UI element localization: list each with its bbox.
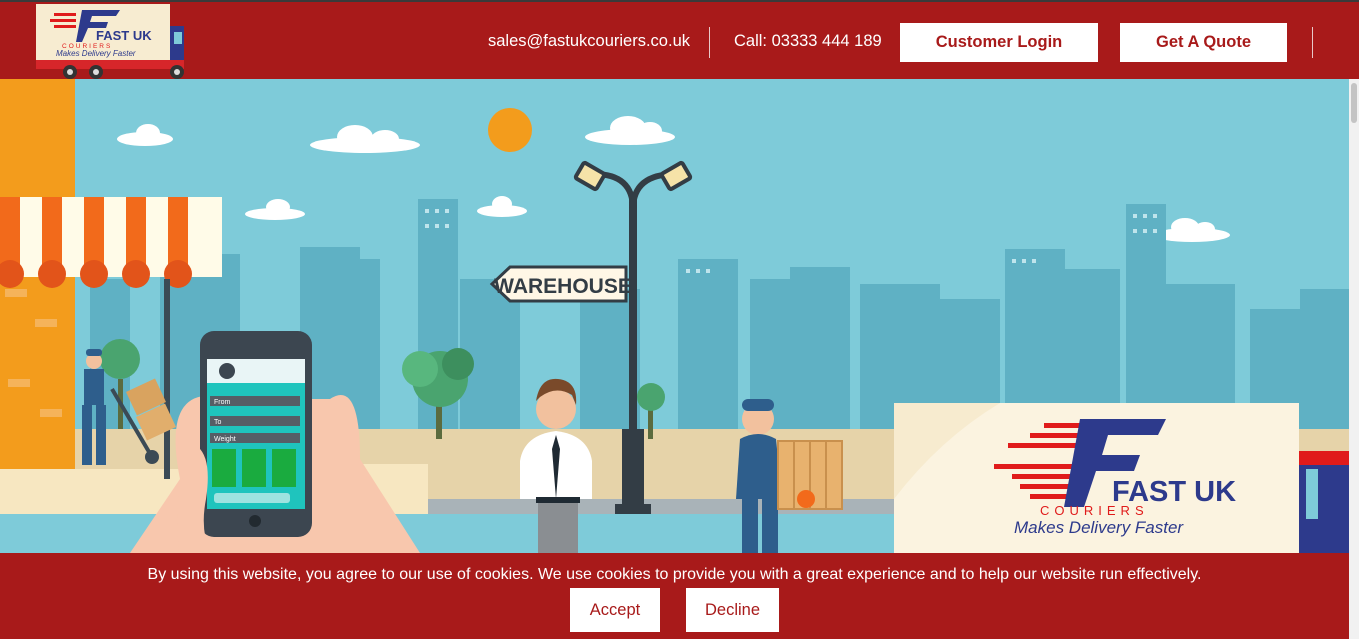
svg-text:To: To bbox=[214, 419, 222, 426]
get-a-quote-button[interactable]: Get A Quote bbox=[1120, 23, 1287, 62]
phone-link[interactable]: Call: 03333 444 189 bbox=[734, 2, 882, 81]
delivery-van: FAST UK COURIERS Makes Delivery Faster bbox=[894, 403, 1349, 553]
cookie-message: By using this website, you agree to our … bbox=[147, 566, 1202, 583]
delivery-city-illustration: WAREHOUSE From To Weight FAST UK COURIER… bbox=[0, 79, 1349, 553]
svg-text:WAREHOUSE: WAREHOUSE bbox=[494, 275, 632, 298]
svg-text:Makes Delivery Faster: Makes Delivery Faster bbox=[56, 49, 136, 58]
email-link[interactable]: sales@fastukcouriers.co.uk bbox=[488, 2, 690, 81]
svg-text:FAST UK: FAST UK bbox=[96, 28, 152, 43]
svg-text:Weight: Weight bbox=[214, 436, 236, 443]
decline-cookies-button[interactable]: Decline bbox=[686, 588, 779, 632]
customer-login-button[interactable]: Customer Login bbox=[900, 23, 1098, 62]
svg-text:Makes Delivery Faster: Makes Delivery Faster bbox=[1014, 518, 1184, 537]
page-scrollbar[interactable] bbox=[1349, 79, 1359, 639]
delivery-truck-logo-icon: FAST UK COURIERS Makes Delivery Faster bbox=[36, 4, 184, 79]
scrollbar-thumb[interactable] bbox=[1351, 83, 1357, 123]
site-logo[interactable]: FAST UK COURIERS Makes Delivery Faster bbox=[36, 4, 188, 80]
header-divider bbox=[709, 27, 710, 58]
accept-cookies-button[interactable]: Accept bbox=[570, 588, 660, 632]
svg-text:COURIERS: COURIERS bbox=[1040, 503, 1149, 518]
header-divider bbox=[1312, 27, 1313, 58]
cookie-consent-banner: By using this website, you agree to our … bbox=[0, 553, 1349, 639]
hero-banner: WAREHOUSE From To Weight FAST UK COURIER… bbox=[0, 79, 1349, 553]
svg-text:From: From bbox=[214, 399, 231, 406]
warehouse-sign: WAREHOUSE bbox=[489, 265, 632, 303]
sun-icon bbox=[488, 108, 532, 152]
site-header: FAST UK COURIERS Makes Delivery Faster s… bbox=[0, 0, 1359, 79]
